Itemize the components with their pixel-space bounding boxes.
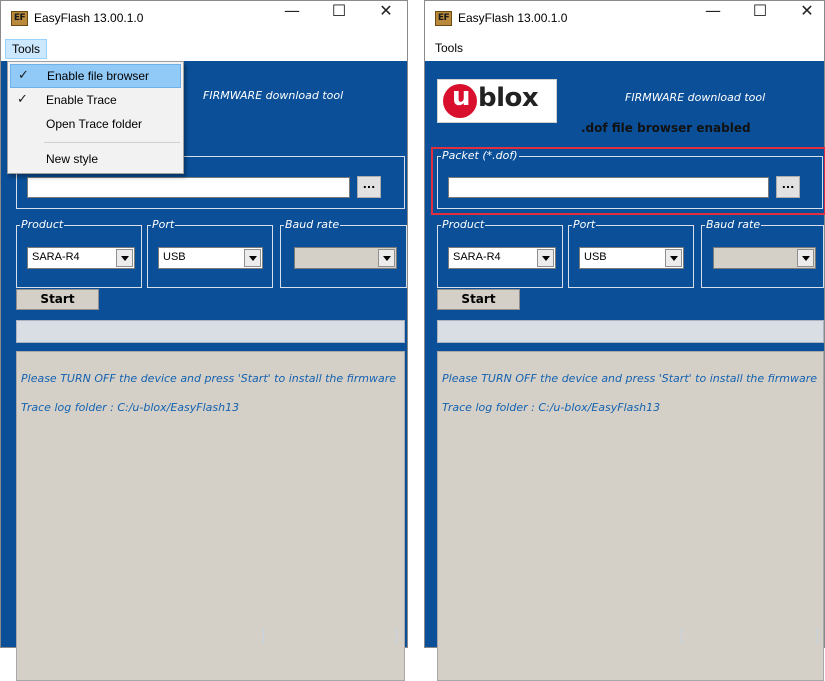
chevron-down-icon[interactable] [537,249,554,267]
browse-button[interactable]: ... [776,176,800,198]
log-line: Please TURN OFF the device and press 'St… [442,372,818,385]
window-title: EasyFlash 13.00.1.0 [34,11,144,25]
port-select[interactable]: USB [158,247,263,269]
chevron-down-icon[interactable] [797,249,814,267]
file-browser-status: .dof file browser enabled [581,121,751,135]
menu-tools[interactable]: Tools [5,39,48,59]
baud-rate-group: Baud rate [280,218,407,288]
log-area[interactable]: Please TURN OFF the device and press 'St… [437,351,824,681]
product-label: Product [441,218,486,232]
chevron-down-icon[interactable] [244,249,261,267]
browse-button[interactable]: ... [357,176,381,198]
log-area[interactable]: Please TURN OFF the device and press 'St… [16,351,405,681]
baud-rate-group: Baud rate [701,218,824,288]
packet-group: Packet (*.dof) ... [437,149,823,209]
chevron-down-icon[interactable] [116,249,133,267]
menu-item-new-style[interactable]: New style [10,148,181,172]
menu-item-label: Open Trace folder [46,117,143,131]
close-button[interactable]: ✕ [363,1,409,37]
status-separator [681,628,682,644]
close-button[interactable]: ✕ [784,1,825,37]
check-icon: ✓ [17,92,28,107]
easyflash-window-right: EF EasyFlash 13.00.1.0 — ☐ ✕ Tools u blo… [424,0,825,681]
product-select[interactable]: SARA-R4 [448,247,556,269]
easyflash-app-icon: EF [435,11,452,26]
port-label: Port [572,218,597,232]
status-separator [396,628,397,644]
title-bar[interactable]: EF EasyFlash 13.00.1.0 — ☐ ✕ [425,1,824,37]
packet-label: Packet (*.dof) [441,149,519,163]
easyflash-window-left: EF EasyFlash 13.00.1.0 — ☐ ✕ Tools FIRMW… [0,0,408,681]
baud-rate-select[interactable] [713,247,816,269]
baud-rate-label: Baud rate [705,218,762,232]
start-button[interactable]: Start [16,289,99,310]
logo-u: u [452,82,471,112]
product-select[interactable]: SARA-R4 [27,247,135,269]
menu-item-enable-file-browser[interactable]: ✓ Enable file browser [10,64,181,88]
log-line: Please TURN OFF the device and press 'St… [21,372,397,385]
port-value: USB [584,251,607,263]
menu-item-label: Enable Trace [46,93,117,107]
product-label: Product [20,218,65,232]
check-icon: ✓ [18,68,29,83]
ublox-logo: u blox [437,79,557,123]
maximize-button[interactable]: ☐ [316,1,362,37]
main-panel: u blox FIRMWARE download tool .dof file … [425,61,825,681]
product-group: Product SARA-R4 [16,218,142,288]
product-value: SARA-R4 [32,251,80,263]
port-group: Port USB [568,218,694,288]
window-title: EasyFlash 13.00.1.0 [458,11,568,25]
packet-path-input[interactable] [448,177,769,198]
menu-item-label: New style [46,152,99,166]
maximize-button[interactable]: ☐ [737,1,783,37]
status-separator [817,628,818,644]
progress-bar [437,320,824,343]
logo-blox: blox [478,83,539,113]
port-select[interactable]: USB [579,247,684,269]
baud-rate-label: Baud rate [284,218,341,232]
easyflash-app-icon: EF [11,11,28,26]
port-value: USB [163,251,186,263]
menu-bar: Tools [425,37,824,61]
progress-bar [16,320,405,343]
baud-rate-select[interactable] [294,247,397,269]
tagline: FIRMWARE download tool [203,89,344,102]
port-group: Port USB [147,218,273,288]
menu-tools[interactable]: Tools [429,39,469,59]
minimize-button[interactable]: — [269,1,315,37]
chevron-down-icon[interactable] [378,249,395,267]
tagline: FIRMWARE download tool [625,91,766,104]
port-label: Port [151,218,176,232]
product-group: Product SARA-R4 [437,218,563,288]
log-line: Trace log folder : C:/u-blox/EasyFlash13 [21,401,240,414]
menu-item-open-trace-folder[interactable]: Open Trace folder [10,113,181,137]
product-value: SARA-R4 [453,251,501,263]
minimize-button[interactable]: — [690,1,736,37]
log-line: Trace log folder : C:/u-blox/EasyFlash13 [442,401,661,414]
menu-separator [44,142,180,143]
title-bar[interactable]: EF EasyFlash 13.00.1.0 — ☐ ✕ [1,1,407,37]
start-button[interactable]: Start [437,289,520,310]
status-separator [263,628,264,644]
menu-item-enable-trace[interactable]: ✓ Enable Trace [10,89,181,113]
chevron-down-icon[interactable] [665,249,682,267]
menu-item-label: Enable file browser [47,69,150,83]
tools-dropdown-menu: ✓ Enable file browser ✓ Enable Trace Ope… [7,61,184,174]
packet-path-input[interactable] [27,177,350,198]
menu-bar: Tools [1,37,407,61]
